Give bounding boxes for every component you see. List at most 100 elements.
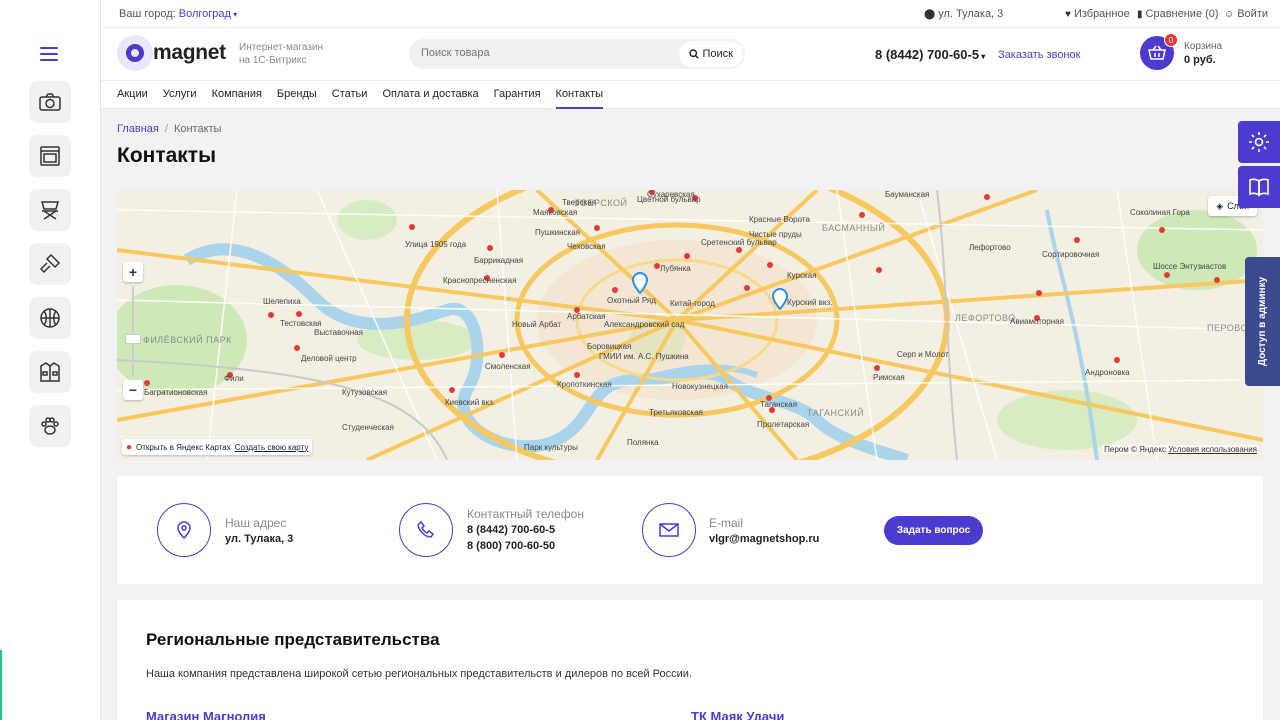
- category-clothes-button[interactable]: [29, 351, 71, 393]
- layers-icon: ◈: [1216, 200, 1224, 211]
- phone-value-1[interactable]: 8 (8442) 700-60-5: [467, 524, 555, 536]
- admin-access-label: Доступ в админку: [1257, 276, 1269, 367]
- user-icon: ☺: [1224, 9, 1235, 20]
- category-paint-button[interactable]: [29, 243, 71, 285]
- map-station-label: Сортировочная: [1042, 250, 1100, 259]
- paw-icon: [41, 417, 59, 435]
- map-station-label: Андроновка: [1085, 368, 1130, 377]
- map-station-label: Соколиная Гора: [1130, 208, 1190, 217]
- map[interactable]: ТВЕРСКОЙ БАСМАННЫЙ ЛЕФОРТОВО ТАГАНСКИЙ П…: [117, 190, 1263, 460]
- store-link[interactable]: Магазин Магнолия: [146, 709, 266, 720]
- topbar-address[interactable]: ⬤ ул. Тулака, 3: [924, 8, 1003, 20]
- search-button[interactable]: Поиск: [678, 41, 743, 67]
- compare-link[interactable]: ▮ Сравнение (0): [1137, 8, 1219, 20]
- map-station-label: Лефортово: [969, 243, 1011, 252]
- nav-item-payment-delivery[interactable]: Оплата и доставка: [382, 81, 478, 109]
- address-value: ул. Тулака, 3: [225, 533, 294, 545]
- compare-label: Сравнение (0): [1145, 8, 1219, 20]
- nav-item-brands[interactable]: Бренды: [277, 81, 317, 109]
- ball-icon: [40, 308, 60, 328]
- breadcrumb-home[interactable]: Главная: [117, 123, 159, 135]
- tagline: Интернет-магазин на 1С-Битрикс: [239, 41, 323, 67]
- map-district-label: БАСМАННЫЙ: [822, 223, 886, 233]
- category-camera-button[interactable]: [29, 81, 71, 123]
- map-station-label: Сретенский бульвар: [701, 238, 777, 247]
- category-pets-button[interactable]: [29, 405, 71, 447]
- tagline-line-1: Интернет-магазин: [239, 42, 323, 53]
- email-label: E-mail: [709, 516, 744, 530]
- city-label: Ваш город:: [119, 8, 176, 20]
- page-title: Контакты: [117, 144, 217, 167]
- map-station-label: Тверская: [562, 198, 597, 207]
- phone-circle: [399, 503, 453, 557]
- callback-link[interactable]: Заказать звонок: [998, 49, 1080, 61]
- city-value[interactable]: Волгоград: [179, 8, 231, 20]
- map-marker-icon[interactable]: [772, 288, 788, 310]
- breadcrumb-separator: /: [164, 123, 168, 135]
- category-sport-button[interactable]: [29, 297, 71, 339]
- camera-icon: [39, 93, 61, 111]
- category-chair-button[interactable]: [29, 189, 71, 231]
- chevron-down-icon: ▾: [979, 52, 986, 61]
- zoom-control: + −: [123, 262, 143, 400]
- map-station-label: Парк культуры: [524, 443, 578, 452]
- create-map-link[interactable]: Создать свою карту: [235, 443, 309, 452]
- map-station-label: Кутузовская: [342, 388, 388, 397]
- topbar: Ваш город: Волгоград ▾ ⬤ ул. Тулака, 3 ♥ И…: [101, 0, 1280, 28]
- map-station-label: Краснопресненская: [443, 276, 517, 285]
- login-link[interactable]: ☺ Войти: [1224, 8, 1268, 20]
- nav-item-company[interactable]: Компания: [212, 81, 262, 109]
- regional-section: Региональные представительства Наша комп…: [117, 600, 1263, 720]
- book-icon: [1249, 178, 1269, 197]
- zoom-in-button[interactable]: +: [123, 262, 143, 282]
- map-station-label: Фили: [224, 374, 244, 383]
- envelope-icon: [659, 523, 679, 537]
- map-station-label: ГМИИ им. А.С. Пушкина: [599, 352, 689, 361]
- nav-item-articles[interactable]: Статьи: [332, 81, 368, 109]
- map-station-label: Таганская: [760, 400, 798, 409]
- regional-title: Региональные представительства: [146, 630, 440, 649]
- logo[interactable]: magnet: [117, 35, 226, 71]
- nav-item-services[interactable]: Услуги: [163, 81, 197, 109]
- map-pin-red-icon: ●: [126, 441, 133, 453]
- settings-button[interactable]: [1238, 121, 1280, 163]
- open-yandex-link[interactable]: Открыть в Яндекс Картах: [136, 443, 231, 452]
- zoom-slider-thumb[interactable]: [125, 334, 141, 344]
- catalog-book-button[interactable]: [1238, 166, 1280, 208]
- map-station-label: Серп и Молот: [897, 350, 949, 359]
- map-marker-icon[interactable]: [632, 272, 648, 294]
- map-station-label: Римская: [873, 373, 905, 382]
- tagline-line-2: на 1С-Битрикс: [239, 55, 307, 66]
- map-station-label: Кропоткинская: [557, 380, 612, 389]
- map-station-label: Багратионовская: [144, 388, 208, 397]
- map-station-label: Маяковская: [533, 208, 578, 217]
- favorites-link[interactable]: ♥ Избранное: [1065, 8, 1130, 20]
- main-nav: Акции Услуги Компания Бренды Статьи Опла…: [101, 81, 1280, 109]
- nav-item-warranty[interactable]: Гарантия: [494, 81, 541, 109]
- map-station-label: Новый Арбат: [512, 320, 562, 329]
- category-oven-button[interactable]: [29, 135, 71, 177]
- zoom-out-button[interactable]: −: [123, 380, 143, 400]
- zoom-slider[interactable]: [125, 286, 141, 376]
- map-terms-link[interactable]: Условия использования: [1168, 445, 1257, 454]
- email-value[interactable]: vlgr@magnetshop.ru: [709, 533, 819, 545]
- gear-icon: [1249, 132, 1269, 152]
- ask-question-button[interactable]: Задать вопрос: [884, 516, 983, 545]
- header-phone[interactable]: 8 (8442) 700-60-5 ▾: [875, 47, 985, 62]
- store-link[interactable]: ТК Маяк Удачи: [691, 709, 784, 720]
- search-input[interactable]: [421, 47, 671, 59]
- hamburger-menu-icon[interactable]: [40, 47, 58, 61]
- logo-mark-icon: [117, 35, 153, 71]
- nav-item-contacts[interactable]: Контакты: [555, 81, 604, 109]
- map-station-label: Арбатская: [567, 312, 606, 321]
- cart-label: Корзина: [1184, 41, 1223, 52]
- map-station-label: Деловой центр: [301, 354, 357, 363]
- breadcrumb-current: Контакты: [173, 123, 222, 135]
- map-station-label: Полянка: [627, 438, 659, 447]
- nav-item-promo[interactable]: Акции: [117, 81, 148, 109]
- phone-value-2[interactable]: 8 (800) 700-60-50: [467, 540, 555, 552]
- city-selector[interactable]: Ваш город: Волгоград ▾: [119, 8, 237, 20]
- map-station-label: Курский вкз.: [787, 298, 833, 307]
- admin-access-tab[interactable]: Доступ в админку: [1245, 257, 1280, 386]
- map-station-label: Шелепиха: [263, 297, 301, 306]
